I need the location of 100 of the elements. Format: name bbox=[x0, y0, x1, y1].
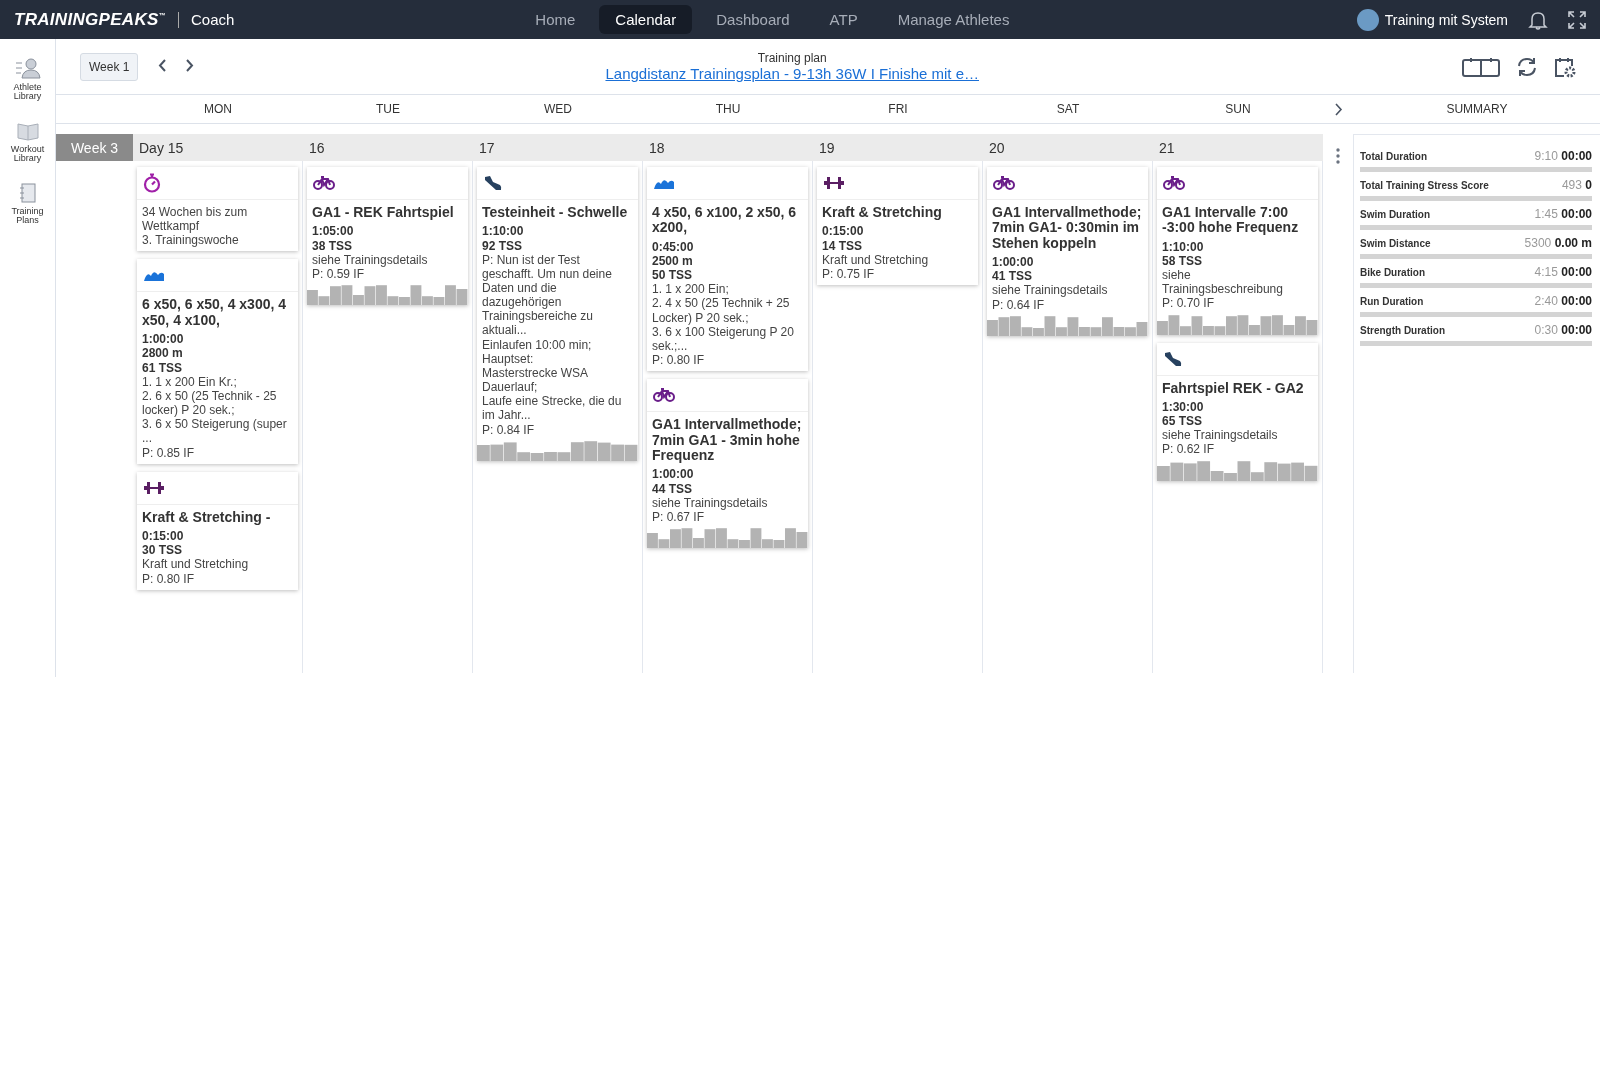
workout-description: 1. 1 x 200 Ein Kr.; 2. 6 x 50 (25 Technik - 25 locker) P 20 sek.; 3. 6 x 50 Steigerung (super ... bbox=[142, 374, 288, 446]
summary-label: Total Duration bbox=[1360, 151, 1428, 162]
chevron-left-icon[interactable] bbox=[158, 58, 167, 72]
workout-intensity: P: 0.64 IF bbox=[992, 297, 1046, 312]
workout-card[interactable]: Kraft & Stretching - 0:15:00 30 TSS Kraft und Stretching P: 0.80 IF bbox=[137, 471, 298, 590]
bicycle-icon bbox=[993, 176, 1015, 190]
more-icon[interactable] bbox=[1336, 148, 1340, 164]
workout-card[interactable]: GA1 Intervalle 7:00 -3:00 hohe Frequenz 1:10:00 58 TSS siehe Trainingsbeschreibung P: 0.70 IF bbox=[1157, 167, 1318, 335]
workout-metric: 1:00:00 bbox=[142, 332, 185, 347]
workout-card[interactable]: GA1 Intervallmethode; 7min GA1- 0:30min im Stehen koppeln 1:00:00 41 TSS siehe Trainingsdetails P: 0.64 IF bbox=[987, 167, 1148, 336]
workout-card[interactable]: 34 Wochen bis zum Wettkampf 3. Trainingswoche bbox=[137, 167, 298, 252]
workout-description: Kraft und Stretching bbox=[822, 252, 930, 267]
workout-metric: 0:45:00 bbox=[652, 239, 695, 254]
summary-value: 5300 0.00 m bbox=[1524, 236, 1592, 250]
workout-intensity: P: 0.80 IF bbox=[652, 353, 706, 368]
summary-label: Strength Duration bbox=[1360, 325, 1445, 336]
user-name[interactable]: Training mit System bbox=[1384, 11, 1508, 28]
refresh-icon[interactable] bbox=[1516, 56, 1538, 77]
workout-card[interactable]: GA1 Intervallmethode; 7min GA1 - 3min hohe Frequenz 1:00:00 44 TSS siehe Trainingsdetails P: 0.67 IF bbox=[647, 379, 808, 548]
workout-metric: 58 TSS bbox=[1162, 253, 1204, 269]
workout-metric: 0:15:00 bbox=[822, 224, 865, 239]
nav-tab[interactable]: ATP bbox=[813, 5, 874, 34]
workout-description: Kraft und Stretching bbox=[142, 557, 250, 572]
calendar-icon[interactable] bbox=[1462, 56, 1500, 77]
nav-tab[interactable]: Dashboard bbox=[700, 5, 806, 34]
workout-card[interactable]: GA1 - REK Fahrtspiel 1:05:00 38 TSS siehe Trainingsdetails P: 0.59 IF bbox=[307, 167, 468, 305]
summary-value: 4:15 00:00 bbox=[1534, 265, 1592, 279]
workout-metric: 41 TSS bbox=[992, 269, 1034, 284]
workout-intensity: P: 0.85 IF bbox=[142, 445, 196, 460]
workout-metric: 65 TSS bbox=[1162, 414, 1204, 429]
workout-title: GA1 Intervalle 7:00 -3:00 hohe Frequenz bbox=[1162, 205, 1300, 236]
bicycle-icon bbox=[1163, 176, 1185, 190]
workout-card[interactable]: 4 x50, 6 x100, 2 x50, 6 x200, 0:45:00 2500 m 50 TSS 1. 1 x 200 Ein; 2. 4 x 50 (25 Technik + 25 Locker) P 20 sek.; 3. 6 x 100 Steigerung P 20 sek.;... P: 0.80 IF bbox=[647, 167, 808, 372]
workout-intensity: P: 0.59 IF bbox=[312, 266, 365, 281]
notebook-icon bbox=[18, 183, 37, 203]
nav-tab[interactable]: Calendar bbox=[599, 5, 693, 34]
nav-tab[interactable]: Manage Athletes bbox=[881, 5, 1026, 34]
shoe-icon bbox=[1163, 350, 1183, 367]
calendar-settings-icon[interactable] bbox=[1554, 55, 1576, 78]
plan-label: Training plan bbox=[757, 51, 827, 65]
dumbbell-icon bbox=[823, 176, 845, 190]
workout-metric: 61 TSS bbox=[142, 360, 184, 375]
workout-metric: 1:05:00 bbox=[312, 224, 355, 239]
workout-card[interactable]: Kraft & Stretching 0:15:00 14 TSS Kraft und Stretching P: 0.75 IF bbox=[817, 167, 978, 285]
chevron-right-icon[interactable] bbox=[1334, 102, 1343, 116]
weekday-header: SAT bbox=[1056, 102, 1080, 116]
workout-intensity: P: 0.75 IF bbox=[822, 266, 875, 281]
plan-title-link[interactable]: Langdistanz Trainingsplan - 9-13h 36W I Finishe mit e… bbox=[605, 65, 979, 82]
workout-metric: 38 TSS bbox=[312, 238, 354, 253]
workout-metric: 50 TSS bbox=[652, 268, 694, 283]
workout-intensity: P: 0.80 IF bbox=[142, 571, 196, 586]
sidebar-item[interactable]: Workout Library bbox=[2, 121, 53, 163]
day-date: 19 bbox=[813, 134, 983, 161]
summary-label: Total Training Stress Score bbox=[1360, 180, 1489, 191]
bell-icon[interactable] bbox=[1528, 9, 1548, 30]
summary-value: 493 0 bbox=[1561, 178, 1592, 192]
summary-value: 2:40 00:00 bbox=[1534, 294, 1592, 308]
summary-value: 0:30 00:00 bbox=[1534, 323, 1592, 337]
weekday-header: MON bbox=[204, 102, 232, 116]
nav-tab[interactable]: Home bbox=[519, 5, 592, 34]
workout-description: 34 Wochen bis zum Wettkampf 3. Trainingswoche bbox=[142, 205, 249, 248]
workout-metric: 30 TSS bbox=[142, 543, 184, 558]
workout-metric: 14 TSS bbox=[822, 238, 864, 253]
summary-header: SUMMARY bbox=[1446, 102, 1508, 116]
workout-description: siehe Trainingsdetails bbox=[1162, 428, 1279, 443]
workout-description: siehe Trainingsdetails bbox=[992, 283, 1109, 298]
bicycle-icon bbox=[653, 388, 675, 403]
workout-metric: 1:10:00 bbox=[482, 224, 525, 239]
sidebar-item[interactable]: Athlete Library bbox=[2, 57, 53, 101]
avatar[interactable] bbox=[1356, 8, 1379, 31]
sidebar-item[interactable]: Training Plans bbox=[2, 183, 53, 225]
workout-card[interactable]: Fahrtspiel REK - GA2 1:30:00 65 TSS siehe Trainingsdetails P: 0.62 IF bbox=[1157, 342, 1318, 481]
workout-intensity: P: 0.84 IF bbox=[482, 422, 536, 437]
summary-label: Run Duration bbox=[1360, 296, 1424, 307]
workout-card[interactable]: 6 x50, 6 x50, 4 x300, 4 x50, 4 x100, 1:00:00 2800 m 61 TSS 1. 1 x 200 Ein Kr.; 2. 6 x 50 (25 Technik - 25 locker) P 20 sek.; 3. 6 x 50 Steigerung (super ... P: 0.85 IF bbox=[137, 259, 298, 464]
workout-card[interactable] bbox=[477, 167, 638, 461]
weekday-header: TUE bbox=[376, 102, 400, 116]
fullscreen-icon[interactable] bbox=[1568, 10, 1586, 29]
workout-description: P: Nun ist der Test geschafft. Um nun deine Daten und die dazugehörigen Trainingsbereiche zu aktuali... Einlaufen 10:00 min; Hauptset: Masterstrecke WSA Dauerlauf; Laufe eine Strecke, die du im Jahr... bbox=[482, 252, 623, 423]
workout-title: GA1 - REK Fahrtspiel bbox=[312, 205, 455, 221]
person-list-icon bbox=[14, 57, 41, 79]
dumbbell-icon bbox=[143, 480, 165, 495]
workout-title: Fahrtspiel REK - GA2 bbox=[1162, 380, 1305, 396]
workout-metric: 1:30:00 bbox=[1162, 399, 1205, 415]
workout-description: siehe Trainingsdetails bbox=[652, 495, 769, 510]
day-date: 17 bbox=[473, 134, 643, 161]
workout-metric: 1:00:00 bbox=[992, 255, 1035, 270]
day-date: 21 bbox=[1153, 134, 1323, 161]
workout-metric: 44 TSS bbox=[652, 481, 694, 496]
summary-label: Swim Duration bbox=[1360, 209, 1430, 220]
week-label: Week 3 bbox=[56, 134, 133, 161]
workout-description: siehe Trainingsdetails bbox=[312, 252, 429, 267]
workout-title: GA1 Intervallmethode; 7min GA1 - 3min hohe Frequenz bbox=[652, 417, 803, 464]
workout-description: siehe Trainingsbeschreibung bbox=[1162, 268, 1284, 297]
workout-intensity: P: 0.70 IF bbox=[1162, 296, 1216, 311]
chevron-right-icon[interactable] bbox=[186, 58, 195, 72]
summary-label: Swim Distance bbox=[1360, 238, 1431, 249]
week-button[interactable]: Week 1 bbox=[80, 52, 139, 81]
workout-metric: 1:00:00 bbox=[652, 467, 695, 482]
day-date: 18 bbox=[643, 134, 813, 161]
